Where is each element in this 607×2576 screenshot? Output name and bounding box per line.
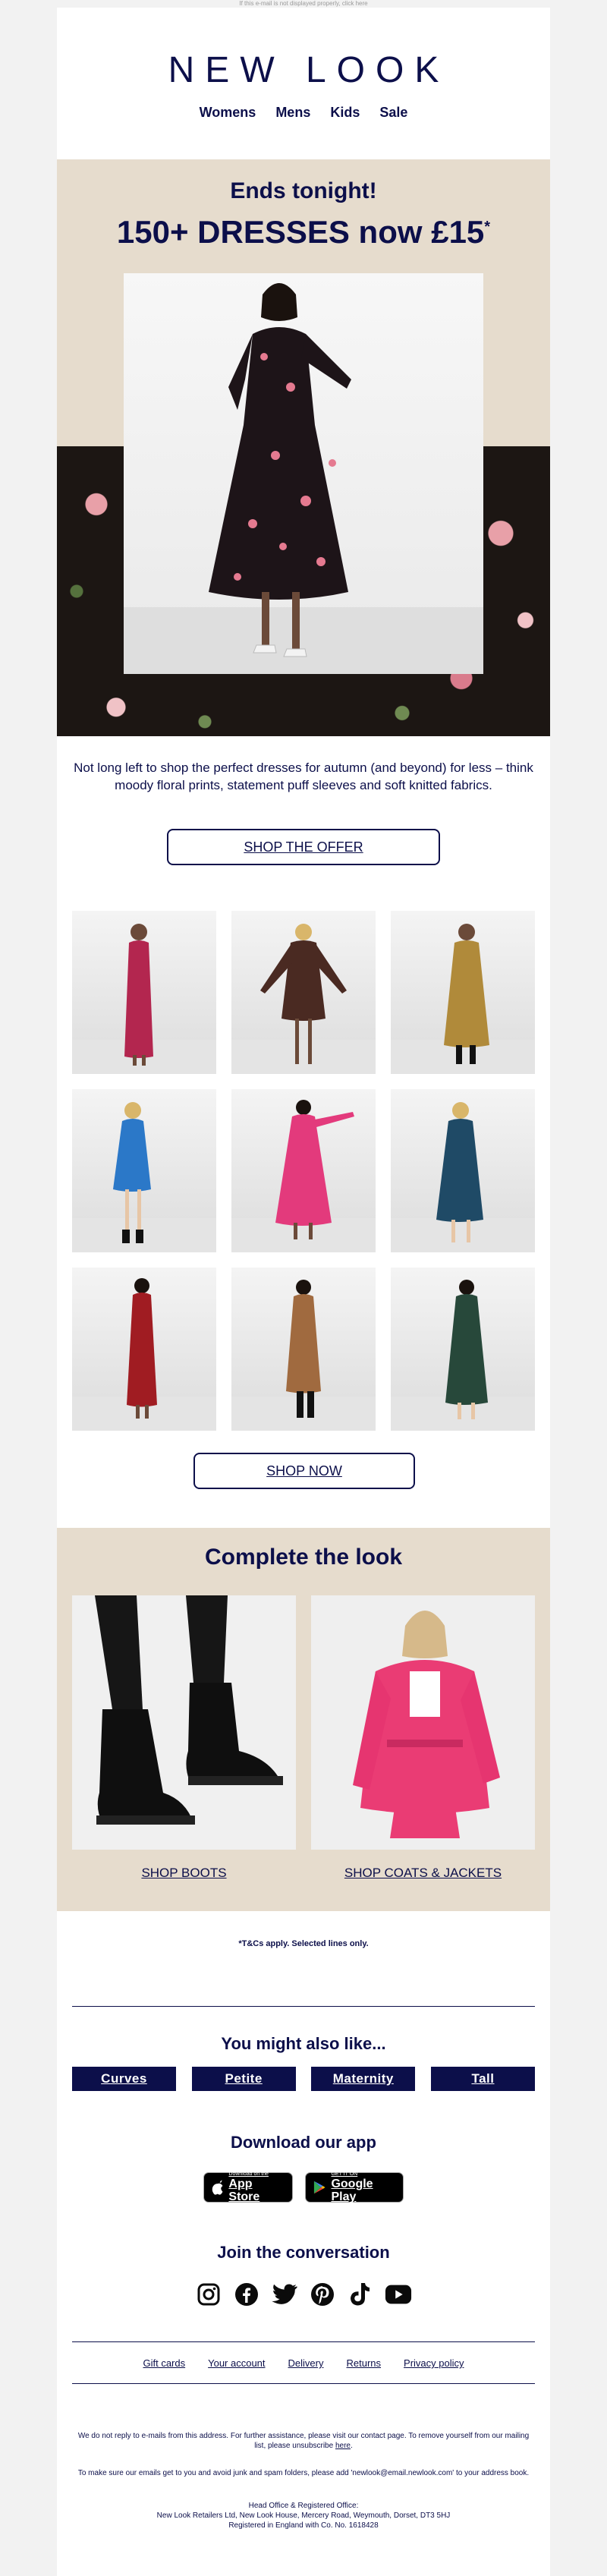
shop-now-button[interactable]: SHOP NOW: [193, 1453, 415, 1489]
product-tile[interactable]: [391, 911, 535, 1074]
pinterest-icon[interactable]: [309, 2281, 336, 2308]
product-tile[interactable]: [231, 911, 376, 1074]
footer-link-returns[interactable]: Returns: [347, 2357, 382, 2369]
hero-asterisk: *: [484, 219, 491, 235]
join-conversation-title: Join the conversation: [217, 2243, 390, 2262]
hero-model-image[interactable]: [124, 273, 483, 674]
app-store-small: Download on the: [228, 2171, 269, 2177]
new-look-logo[interactable]: NEW LOOK: [57, 49, 550, 91]
terms-note: *T&Cs apply. Selected lines only.: [238, 1939, 369, 1948]
product-tile[interactable]: [231, 1089, 376, 1252]
dress-shape: [286, 1294, 321, 1393]
unsubscribe-link[interactable]: here: [335, 2442, 351, 2450]
shop-coats-jackets-link[interactable]: SHOP COATS & JACKETS: [311, 1866, 535, 1881]
main-nav: Womens Mens Kids Sale: [57, 105, 550, 121]
product-tile[interactable]: [231, 1268, 376, 1431]
google-play-icon: [313, 2181, 326, 2194]
product-tile[interactable]: [72, 1268, 216, 1431]
notice-end: .: [350, 2442, 353, 2450]
product-image: [231, 924, 376, 1074]
also-like-title: You might also like...: [221, 2034, 386, 2053]
footer-link-your-account[interactable]: Your account: [208, 2357, 265, 2369]
nav-mens[interactable]: Mens: [275, 105, 310, 121]
notice-text: We do not reply to e-mails from this add…: [77, 2432, 530, 2450]
product-image: [231, 1100, 376, 1252]
preheader-link[interactable]: If this e-mail is not displayed properly…: [239, 0, 367, 7]
product-image: [391, 1102, 535, 1252]
footer-links: Gift cards Your account Delivery Returns…: [57, 2357, 550, 2369]
pill-curves[interactable]: Curves: [72, 2067, 176, 2091]
office-line-2: New Look Retailers Ltd, New Look House, …: [156, 2511, 451, 2520]
pill-tall[interactable]: Tall: [430, 2067, 535, 2091]
product-tile[interactable]: [391, 1089, 535, 1252]
facebook-icon[interactable]: [233, 2281, 260, 2308]
hero-headline: 150+ DRESSES now £15*: [57, 214, 550, 250]
hero-headline-text: 150+ DRESSES now £15: [116, 214, 485, 250]
dress-shape: [444, 940, 489, 1047]
nav-womens[interactable]: Womens: [200, 105, 256, 121]
office-line-3: Registered in England with Co. No. 16184…: [228, 2521, 379, 2530]
divider: [72, 2383, 535, 2384]
dress-shape: [127, 1293, 157, 1407]
app-store-badge-text: Download on the App Store: [228, 2171, 285, 2203]
product-tile[interactable]: [391, 1268, 535, 1431]
boots-image[interactable]: [72, 1595, 296, 1850]
unsubscribe-notice: We do not reply to e-mails from this add…: [72, 2431, 535, 2451]
safe-sender-notice: To make sure our emails get to you and a…: [77, 2469, 530, 2477]
divider: [72, 2006, 535, 2007]
boots-illustration: [95, 1595, 283, 1825]
google-play-badge[interactable]: GET IT ON Google Play: [305, 2171, 404, 2203]
download-app-title: Download our app: [231, 2133, 376, 2152]
product-tile[interactable]: [72, 911, 216, 1074]
hero-eyebrow: Ends tonight!: [230, 178, 377, 203]
product-image: [72, 924, 216, 1074]
jacket-image[interactable]: [311, 1595, 535, 1850]
complete-look-title: Complete the look: [204, 1545, 403, 1570]
hero-description: Not long left to shop the perfect dresse…: [74, 761, 533, 792]
dress-shape: [124, 940, 153, 1058]
tiktok-icon[interactable]: [347, 2281, 374, 2308]
office-address: Head Office & Registered Office: New Loo…: [72, 2501, 535, 2530]
product-image: [391, 924, 535, 1074]
social-icons: [57, 2281, 550, 2308]
also-like-pills: Curves Petite Maternity Tall: [72, 2067, 535, 2091]
twitter-icon[interactable]: [271, 2281, 298, 2308]
dress-shape: [436, 1119, 483, 1222]
product-image: [72, 1278, 216, 1431]
shop-boots-link[interactable]: SHOP BOOTS: [72, 1866, 296, 1881]
nav-kids[interactable]: Kids: [330, 105, 360, 121]
app-store-badge[interactable]: Download on the App Store: [203, 2171, 293, 2203]
dress-shape: [275, 1114, 332, 1226]
divider: [72, 2341, 535, 2342]
footer-link-delivery[interactable]: Delivery: [288, 2357, 324, 2369]
google-play-big: Google Play: [331, 2178, 373, 2203]
office-line-1: Head Office & Registered Office:: [248, 2502, 359, 2510]
footer-link-gift-cards[interactable]: Gift cards: [143, 2357, 185, 2369]
email-body: NEW LOOK Womens Mens Kids Sale Ends toni…: [57, 8, 550, 2576]
shop-the-offer-button[interactable]: SHOP THE OFFER: [167, 829, 440, 865]
google-play-small: GET IT ON: [331, 2171, 358, 2177]
product-image: [231, 1280, 376, 1431]
dress-shape: [113, 1119, 151, 1192]
pill-petite[interactable]: Petite: [191, 2067, 296, 2091]
nav-sale[interactable]: Sale: [379, 105, 407, 121]
instagram-icon[interactable]: [195, 2281, 222, 2308]
youtube-icon[interactable]: [385, 2281, 412, 2308]
product-image: [72, 1102, 216, 1252]
preheader[interactable]: If this e-mail is not displayed properly…: [0, 0, 607, 8]
jacket-illustration: [353, 1611, 500, 1838]
hero-model-illustration: [124, 283, 483, 674]
pill-maternity[interactable]: Maternity: [311, 2067, 416, 2091]
dress-sleeve: [315, 1112, 354, 1127]
product-tile[interactable]: [72, 1089, 216, 1252]
dress-shape: [445, 1294, 488, 1405]
google-play-badge-text: GET IT ON Google Play: [331, 2171, 395, 2203]
footer-link-privacy-policy[interactable]: Privacy policy: [404, 2357, 464, 2369]
app-store-badges: Download on the App Store GET IT ON Goog…: [57, 2171, 550, 2203]
product-image: [391, 1280, 535, 1431]
apple-icon: [212, 2180, 223, 2195]
app-store-big: App Store: [228, 2178, 260, 2203]
